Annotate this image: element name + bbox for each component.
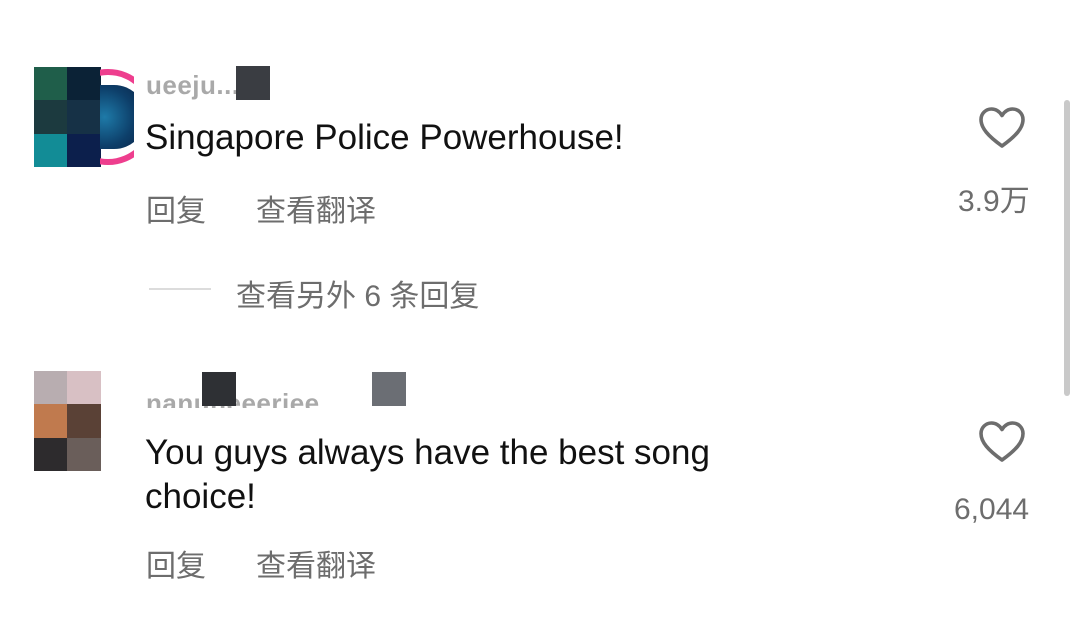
heart-outline-icon[interactable]	[978, 106, 1026, 150]
scrollbar[interactable]	[1064, 100, 1070, 396]
censor-block	[236, 66, 270, 100]
avatar[interactable]	[34, 371, 134, 471]
censor-block	[372, 372, 406, 406]
comment-text: choice!	[145, 477, 256, 516]
view-translation-button[interactable]: 查看翻译	[256, 186, 376, 230]
censor-block	[202, 372, 236, 406]
username[interactable]: ueeju...a	[146, 60, 476, 100]
view-translation-button[interactable]: 查看翻译	[256, 541, 376, 585]
comment-text: Singapore Police Powerhouse!	[145, 118, 624, 157]
like-count: 6,044	[954, 493, 1030, 526]
reply-button[interactable]: 回复	[146, 186, 206, 230]
avatar[interactable]	[34, 67, 134, 167]
reply-button[interactable]: 回复	[146, 541, 206, 585]
comment-text: You guys always have the best song	[145, 433, 710, 472]
username[interactable]: nanuneeeriee	[146, 368, 446, 408]
comments-panel: ueeju...a Singapore Police Powerhouse! 回…	[0, 0, 1080, 624]
heart-outline-icon[interactable]	[978, 420, 1026, 464]
like-count: 3.9万	[958, 185, 1030, 218]
view-more-replies-button[interactable]: 查看另外 6 条回复	[236, 271, 479, 315]
divider	[149, 288, 211, 290]
